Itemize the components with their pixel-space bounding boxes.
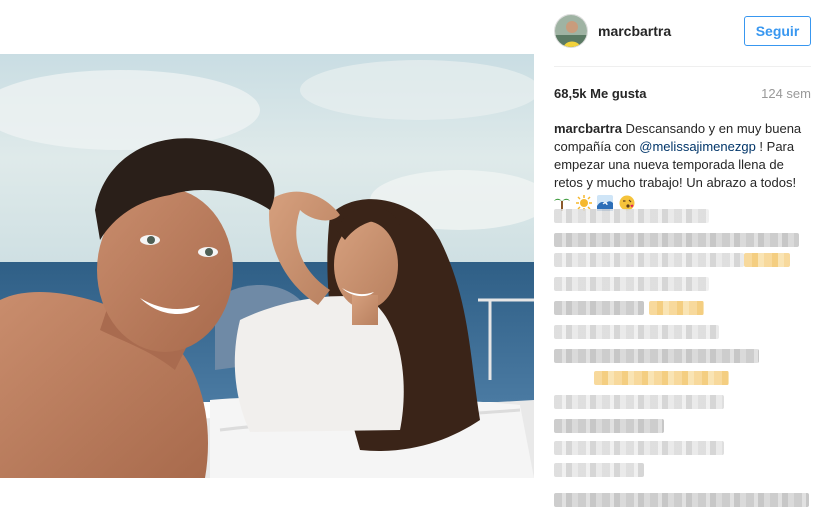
comment-blur xyxy=(649,301,704,315)
post-side-panel: marcbartra Seguir 68,5k Me gusta 124 sem… xyxy=(534,0,827,523)
post-photo[interactable] xyxy=(0,0,534,523)
comment-blur xyxy=(554,209,709,223)
comments-list xyxy=(554,205,817,523)
likes-count[interactable]: 68,5k Me gusta xyxy=(554,86,647,101)
post-image xyxy=(0,0,534,523)
comment-blur xyxy=(554,253,744,267)
comment-blur xyxy=(554,419,664,433)
header-divider xyxy=(554,66,811,67)
comment-blur xyxy=(554,277,709,291)
comment-blur xyxy=(554,233,799,247)
avatar[interactable] xyxy=(554,14,588,48)
comment-blur xyxy=(594,371,729,385)
likes-row: 68,5k Me gusta 124 sem xyxy=(554,86,811,102)
caption: marcbartra Descansando y en muy buena co… xyxy=(554,120,814,211)
caption-username[interactable]: marcbartra xyxy=(554,121,622,136)
comment-blur xyxy=(744,253,790,267)
comment-blur xyxy=(554,301,644,315)
avatar-image xyxy=(555,15,587,47)
post-header: marcbartra Seguir xyxy=(534,0,827,66)
username[interactable]: marcbartra xyxy=(598,23,671,39)
comment-blur xyxy=(554,493,809,507)
comment-blur xyxy=(554,463,644,477)
comment-blur xyxy=(554,441,724,455)
post-age[interactable]: 124 sem xyxy=(761,86,811,101)
comment-blur xyxy=(554,395,724,409)
comment-blur xyxy=(554,349,759,363)
caption-mention[interactable]: @melissajimenezgp xyxy=(639,139,756,154)
follow-button[interactable]: Seguir xyxy=(744,16,811,46)
comment-blur xyxy=(554,325,719,339)
